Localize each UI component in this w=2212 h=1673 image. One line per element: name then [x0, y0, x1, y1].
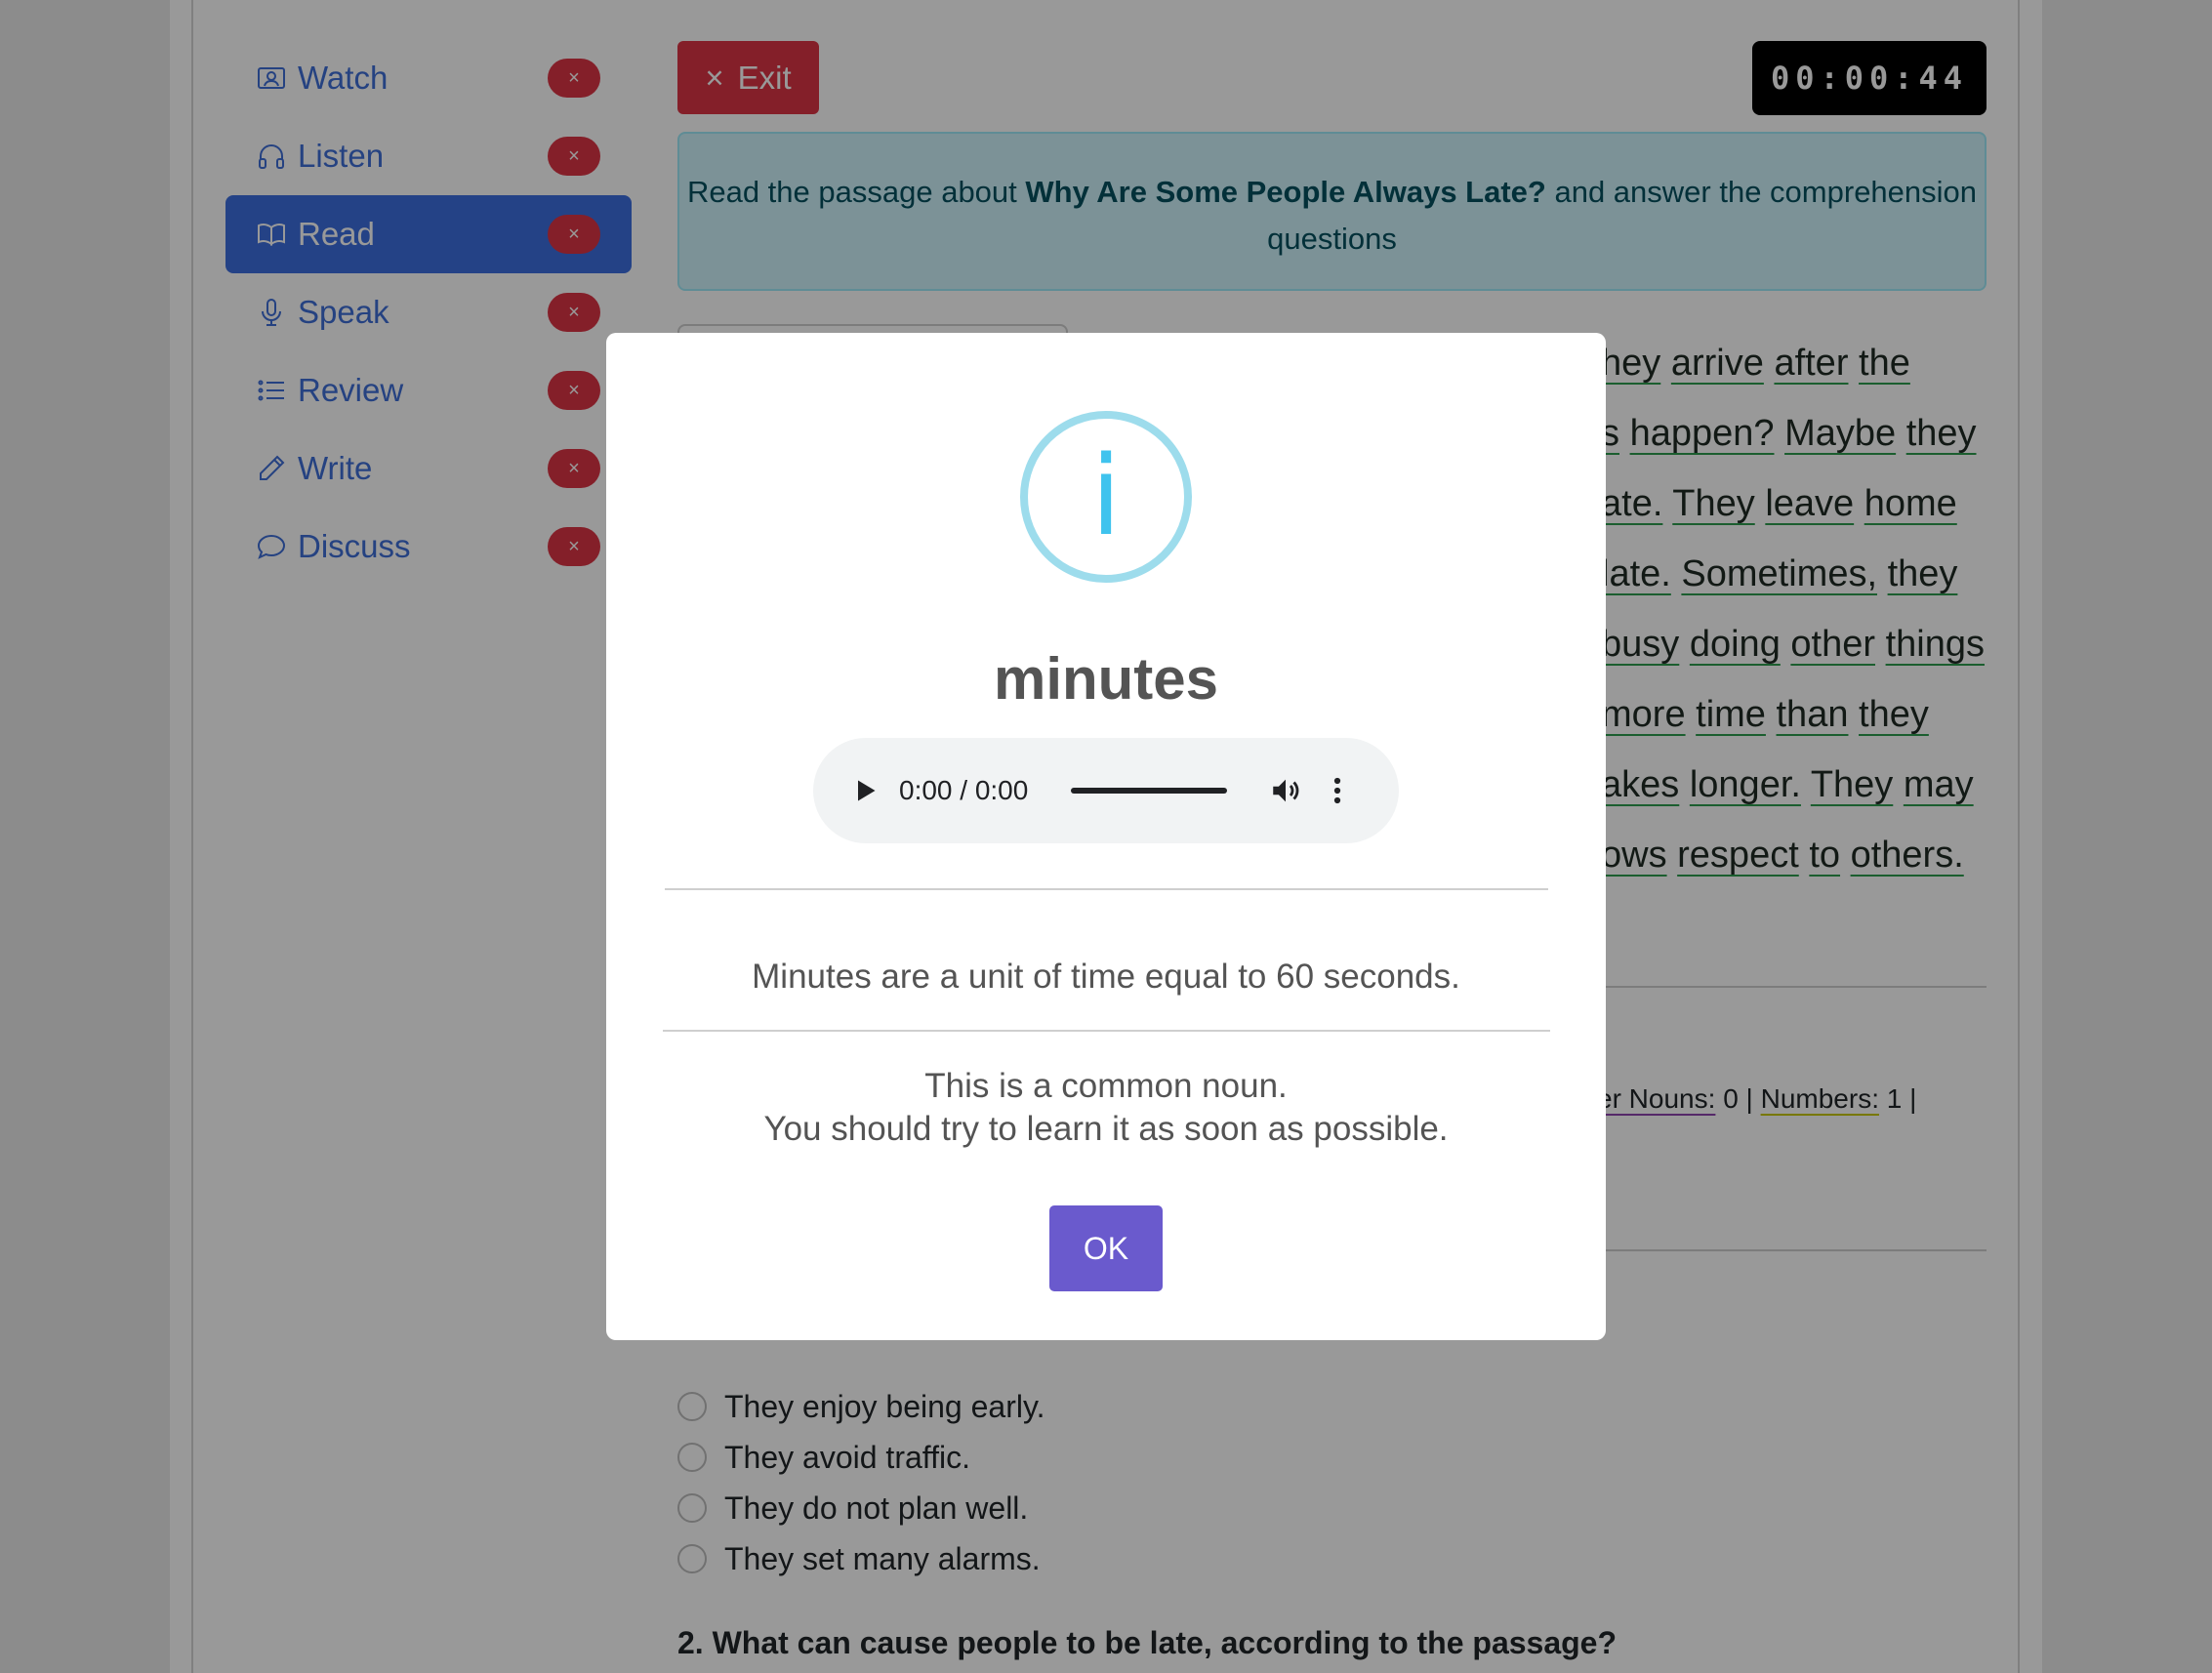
info-glyph: i	[1090, 433, 1122, 560]
audio-progress-slider[interactable]	[1071, 788, 1227, 794]
info-icon: i	[1020, 411, 1192, 583]
play-icon[interactable]	[848, 774, 881, 807]
audio-time: 0:00 / 0:00	[899, 775, 1029, 805]
word-info-modal: i minutes 0:00 / 0:00 Minutes are a unit…	[606, 333, 1606, 1340]
word-definition: Minutes are a unit of time equal to 60 s…	[752, 958, 1460, 996]
word-note: This is a common noun. You should try to…	[606, 1065, 1606, 1151]
audio-player: 0:00 / 0:00	[813, 738, 1399, 843]
divider	[665, 888, 1548, 890]
divider	[663, 1030, 1550, 1032]
note-line: You should try to learn it as soon as po…	[763, 1110, 1449, 1148]
ok-button[interactable]: OK	[1049, 1205, 1163, 1291]
more-options-icon[interactable]	[1323, 771, 1352, 810]
volume-icon[interactable]	[1266, 771, 1305, 810]
modal-title: minutes	[993, 646, 1219, 712]
note-line: This is a common noun.	[924, 1067, 1288, 1105]
